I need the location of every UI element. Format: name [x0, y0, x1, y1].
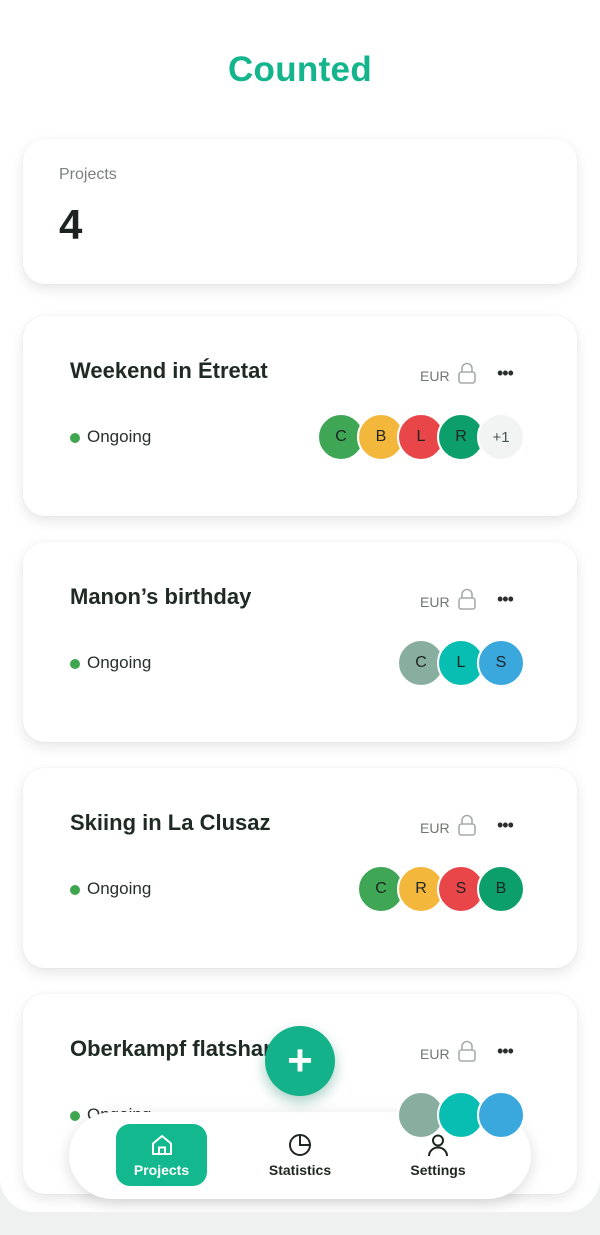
project-currency: EUR — [420, 820, 450, 836]
project-name: Manon’s birthday — [70, 584, 252, 609]
project-card[interactable]: Manon’s birthday EUR ••• Ongoing CLS — [23, 542, 577, 742]
status-dot — [70, 1111, 80, 1121]
lock-icon — [458, 588, 476, 610]
status-dot — [70, 659, 80, 669]
app-title: Counted — [227, 50, 372, 89]
app-screen: Counted Projects 4 Weekend in Étretat EU… — [0, 0, 600, 1212]
more-options-icon[interactable]: ••• — [497, 1042, 517, 1060]
more-options-icon[interactable]: ••• — [497, 816, 517, 834]
project-currency: EUR — [420, 368, 450, 384]
add-project-button[interactable]: + — [265, 1026, 335, 1096]
participant-avatar: S — [477, 639, 525, 687]
project-status: Ongoing — [87, 879, 152, 898]
pie-chart-icon — [289, 1134, 311, 1156]
summary-label: Projects — [59, 166, 117, 183]
participant-overflow-badge: +1 — [477, 413, 525, 461]
lock-icon — [458, 362, 476, 384]
project-name: Weekend in Étretat — [70, 358, 268, 383]
project-card[interactable]: Weekend in Étretat EUR ••• Ongoing C B L R +… — [23, 316, 577, 516]
project-name: Oberkampf flatshare — [70, 1036, 284, 1061]
project-status: Ongoing — [87, 427, 152, 446]
project-status: Ongoing — [87, 653, 152, 672]
participant-avatar: B — [477, 865, 525, 913]
nav-item-statistics[interactable]: Statistics — [255, 1124, 345, 1186]
status-dot — [70, 885, 80, 895]
nav-label: Settings — [410, 1162, 466, 1178]
project-currency: EUR — [420, 594, 450, 610]
more-options-icon[interactable]: ••• — [497, 590, 517, 608]
project-card[interactable]: Skiing in La Clusaz EUR ••• Ongoing CRSB — [23, 768, 577, 968]
summary-count: 4 — [59, 201, 83, 248]
project-name: Skiing in La Clusaz — [70, 810, 271, 835]
nav-item-projects[interactable]: Projects — [116, 1124, 207, 1186]
home-icon — [151, 1135, 172, 1155]
status-dot — [70, 433, 80, 443]
nav-label: Statistics — [268, 1162, 332, 1178]
projects-summary-card: Projects 4 — [23, 139, 577, 284]
participant-avatar — [477, 1091, 525, 1139]
nav-label: Projects — [133, 1162, 190, 1178]
more-options-icon[interactable]: ••• — [497, 364, 517, 382]
project-currency: EUR — [420, 1046, 450, 1062]
lock-icon — [458, 814, 476, 836]
lock-icon — [458, 1040, 476, 1062]
